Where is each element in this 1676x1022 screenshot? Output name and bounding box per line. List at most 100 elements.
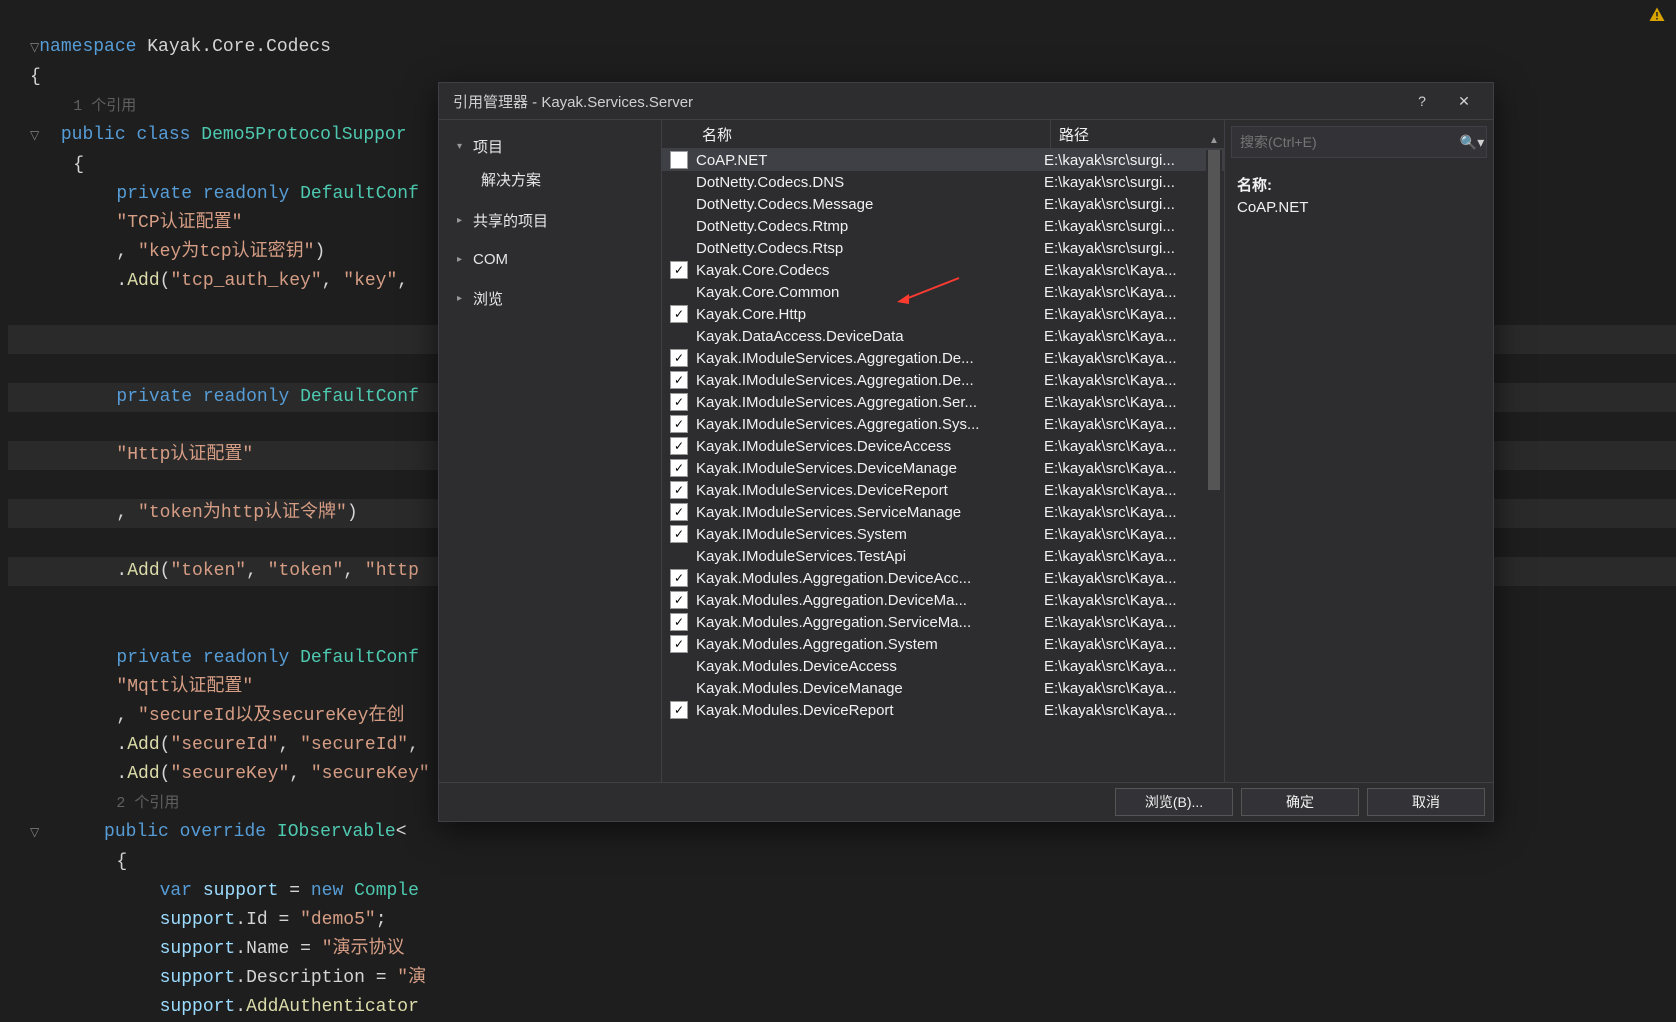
reference-row[interactable]: ✓Kayak.IModuleServices.DeviceManageE:\ka… <box>662 457 1224 479</box>
reference-checkbox[interactable]: ✓ <box>670 613 688 631</box>
fold-chevron-icon[interactable]: ▽ <box>30 41 39 55</box>
reference-row[interactable]: DotNetty.Codecs.DNSE:\kayak\src\surgi... <box>662 171 1224 193</box>
reference-row[interactable]: ✓Kayak.IModuleServices.ServiceManageE:\k… <box>662 501 1224 523</box>
sidebar-item-com[interactable]: ▸COM <box>439 245 661 274</box>
scroll-down-icon[interactable]: ▼ <box>1206 780 1222 782</box>
reference-checkbox[interactable] <box>670 679 688 697</box>
reference-checkbox[interactable]: ✓ <box>670 393 688 411</box>
reference-row[interactable]: ✓Kayak.Modules.DeviceReportE:\kayak\src\… <box>662 699 1224 721</box>
reference-row[interactable]: ✓Kayak.IModuleServices.Aggregation.De...… <box>662 369 1224 391</box>
reference-row[interactable]: ✓Kayak.IModuleServices.DeviceAccessE:\ka… <box>662 435 1224 457</box>
reference-checkbox[interactable]: ✓ <box>670 437 688 455</box>
reference-checkbox[interactable] <box>670 283 688 301</box>
search-icon[interactable]: 🔍▾ <box>1458 134 1486 151</box>
ok-button[interactable]: 确定 <box>1241 788 1359 816</box>
reference-checkbox[interactable]: ✓ <box>670 525 688 543</box>
kw: public <box>104 822 169 842</box>
sidebar-item-solution[interactable]: 解决方案 <box>439 163 661 196</box>
str: "tcp_auth_key" <box>170 271 321 291</box>
reference-checkbox[interactable] <box>670 195 688 213</box>
reference-path: E:\kayak\src\surgi... <box>1036 152 1224 169</box>
column-header-path[interactable]: 路径 <box>1051 120 1224 149</box>
reference-checkbox[interactable] <box>670 217 688 235</box>
fold-chevron-icon[interactable]: ▽ <box>30 826 39 840</box>
reference-row[interactable]: Kayak.Modules.DeviceManageE:\kayak\src\K… <box>662 677 1224 699</box>
reference-row[interactable]: Kayak.IModuleServices.TestApiE:\kayak\sr… <box>662 545 1224 567</box>
search-input[interactable] <box>1232 130 1458 154</box>
reference-row[interactable]: ✓Kayak.Modules.Aggregation.SystemE:\kaya… <box>662 633 1224 655</box>
reference-path: E:\kayak\src\Kaya... <box>1036 350 1224 367</box>
reference-checkbox[interactable] <box>670 657 688 675</box>
str: "secureId以及secureKey在创 <box>138 706 404 726</box>
var: support <box>160 997 236 1017</box>
codelens-refs[interactable]: 2 个引用 <box>116 795 179 812</box>
reference-row[interactable]: ✓Kayak.Modules.Aggregation.DeviceMa...E:… <box>662 589 1224 611</box>
help-button[interactable]: ? <box>1401 86 1443 116</box>
reference-row[interactable]: ✓Kayak.Core.HttpE:\kayak\src\Kaya... <box>662 303 1224 325</box>
cancel-button[interactable]: 取消 <box>1367 788 1485 816</box>
button-label: 取消 <box>1412 792 1440 812</box>
reference-row[interactable]: ✓Kayak.IModuleServices.Aggregation.Ser..… <box>662 391 1224 413</box>
reference-checkbox[interactable]: ✓ <box>670 569 688 587</box>
fold-chevron-icon[interactable]: ▽ <box>30 129 39 143</box>
scroll-up-icon[interactable]: ▲ <box>1206 132 1222 148</box>
button-label: 浏览(B)... <box>1145 792 1203 812</box>
scrollbar-thumb[interactable] <box>1208 150 1220 490</box>
warning-icon[interactable] <box>1646 4 1668 26</box>
reference-checkbox[interactable] <box>670 239 688 257</box>
column-header-name[interactable]: 名称 <box>694 120 1051 149</box>
reference-row[interactable]: ✓Kayak.IModuleServices.SystemE:\kayak\sr… <box>662 523 1224 545</box>
reference-checkbox[interactable]: ✓ <box>670 305 688 323</box>
reference-path: E:\kayak\src\Kaya... <box>1036 526 1224 543</box>
reference-checkbox[interactable] <box>670 547 688 565</box>
reference-row[interactable]: ✓Kayak.IModuleServices.DeviceReportE:\ka… <box>662 479 1224 501</box>
reference-path: E:\kayak\src\Kaya... <box>1036 284 1224 301</box>
reference-path: E:\kayak\src\Kaya... <box>1036 702 1224 719</box>
reference-checkbox[interactable] <box>670 151 688 169</box>
codelens-refs[interactable]: 1 个引用 <box>73 98 136 115</box>
reference-checkbox[interactable]: ✓ <box>670 701 688 719</box>
dialog-titlebar[interactable]: 引用管理器 - Kayak.Services.Server ? ✕ <box>439 83 1493 119</box>
reference-row[interactable]: DotNetty.Codecs.RtmpE:\kayak\src\surgi..… <box>662 215 1224 237</box>
close-button[interactable]: ✕ <box>1443 86 1485 116</box>
reference-row[interactable]: CoAP.NETE:\kayak\src\surgi... <box>662 149 1224 171</box>
reference-checkbox[interactable]: ✓ <box>670 459 688 477</box>
prop: Description <box>246 968 365 988</box>
reference-path: E:\kayak\src\surgi... <box>1036 240 1224 257</box>
reference-row[interactable]: DotNetty.Codecs.RtspE:\kayak\src\surgi..… <box>662 237 1224 259</box>
reference-checkbox[interactable]: ✓ <box>670 503 688 521</box>
kw: private <box>116 648 192 668</box>
reference-checkbox[interactable]: ✓ <box>670 591 688 609</box>
reference-checkbox[interactable]: ✓ <box>670 415 688 433</box>
reference-name: Kayak.IModuleServices.ServiceManage <box>696 504 1036 521</box>
kw: new <box>311 881 343 901</box>
str: "token为http认证令牌" <box>138 503 347 523</box>
reference-checkbox[interactable] <box>670 173 688 191</box>
reference-name: Kayak.IModuleServices.DeviceReport <box>696 482 1036 499</box>
reference-row[interactable]: ✓Kayak.IModuleServices.Aggregation.De...… <box>662 347 1224 369</box>
sidebar-item-shared[interactable]: ▸共享的项目 <box>439 204 661 237</box>
reference-row[interactable]: DotNetty.Codecs.MessageE:\kayak\src\surg… <box>662 193 1224 215</box>
reference-checkbox[interactable]: ✓ <box>670 261 688 279</box>
reference-checkbox[interactable]: ✓ <box>670 349 688 367</box>
search-box[interactable]: 🔍▾ <box>1231 126 1487 158</box>
type: DefaultConf <box>300 387 419 407</box>
reference-checkbox[interactable]: ✓ <box>670 481 688 499</box>
reference-row[interactable]: ✓Kayak.Modules.Aggregation.DeviceAcc...E… <box>662 567 1224 589</box>
chevron-down-icon: ▾ <box>457 141 467 152</box>
reference-checkbox[interactable] <box>670 327 688 345</box>
reference-row[interactable]: Kayak.Modules.DeviceAccessE:\kayak\src\K… <box>662 655 1224 677</box>
browse-button[interactable]: 浏览(B)... <box>1115 788 1233 816</box>
type: DefaultConf <box>300 648 419 668</box>
reference-checkbox[interactable]: ✓ <box>670 635 688 653</box>
scrollbar[interactable]: ▲ ▼ <box>1206 150 1222 778</box>
reference-row[interactable]: ✓Kayak.IModuleServices.Aggregation.Sys..… <box>662 413 1224 435</box>
sidebar-item-projects[interactable]: ▾项目 <box>439 130 661 163</box>
reference-row[interactable]: Kayak.Core.CommonE:\kayak\src\Kaya... <box>662 281 1224 303</box>
reference-row[interactable]: ✓Kayak.Core.CodecsE:\kayak\src\Kaya... <box>662 259 1224 281</box>
sidebar-item-browse[interactable]: ▸浏览 <box>439 282 661 315</box>
reference-row[interactable]: ✓Kayak.Modules.Aggregation.ServiceMa...E… <box>662 611 1224 633</box>
reference-checkbox[interactable]: ✓ <box>670 371 688 389</box>
fn: Add <box>127 561 159 581</box>
reference-row[interactable]: Kayak.DataAccess.DeviceDataE:\kayak\src\… <box>662 325 1224 347</box>
